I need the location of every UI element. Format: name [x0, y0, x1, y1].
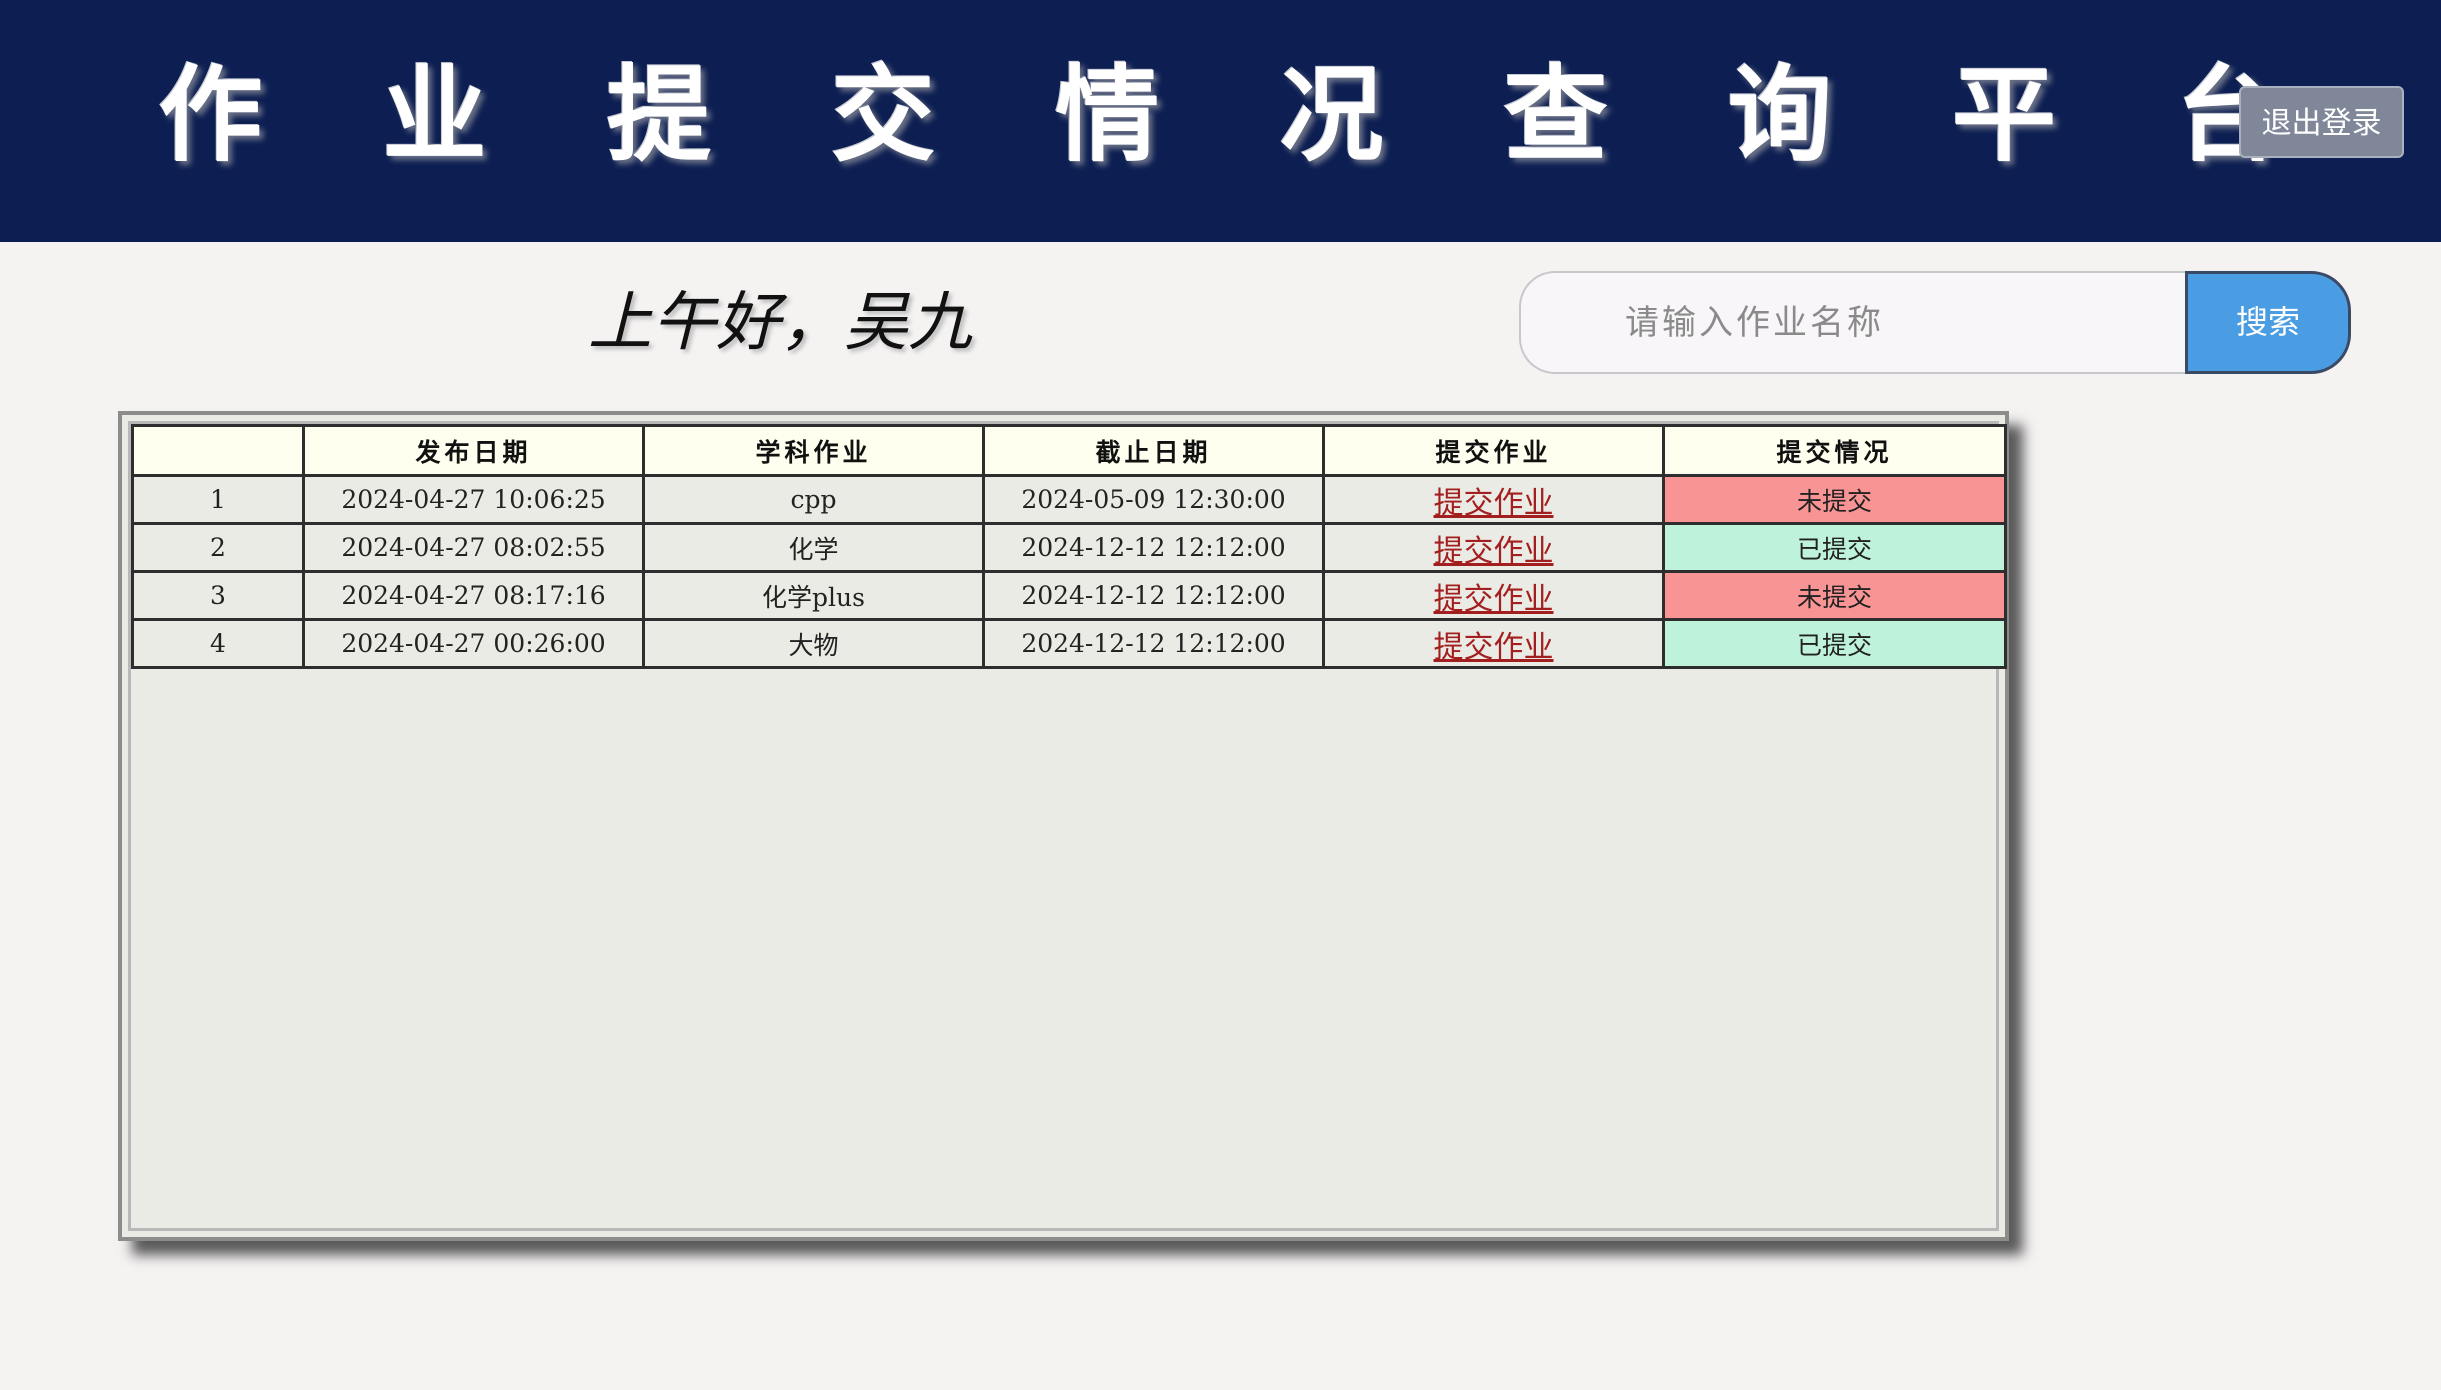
column-header-publish-date: 发布日期	[302, 424, 645, 477]
status-cell-unsubmitted: 未提交	[1662, 570, 2007, 621]
publish-date-cell: 2024-04-27 10:06:25	[302, 474, 645, 525]
greeting-text: 上午好，吴九	[588, 286, 972, 360]
search-bar: 搜索	[1519, 271, 2351, 374]
row-index: 3	[131, 570, 305, 621]
column-header-index	[131, 424, 305, 477]
submit-assignment-link[interactable]: 提交作业	[1434, 486, 1554, 521]
table-row: 1 2024-04-27 10:06:25 cpp 2024-05-09 12:…	[131, 474, 2007, 525]
deadline-cell: 2024-12-12 12:12:00	[982, 570, 1325, 621]
subject-cell: cpp	[642, 474, 985, 525]
column-header-subject: 学科作业	[642, 424, 985, 477]
submit-cell: 提交作业	[1322, 570, 1665, 621]
table-row: 2 2024-04-27 08:02:55 化学 2024-12-12 12:1…	[131, 522, 2007, 573]
submit-cell: 提交作业	[1322, 474, 1665, 525]
column-header-deadline: 截止日期	[982, 424, 1325, 477]
submit-assignment-link[interactable]: 提交作业	[1434, 582, 1554, 617]
subject-cell: 化学	[642, 522, 985, 573]
assignment-table-panel: 发布日期 学科作业 截止日期 提交作业 提交情况 1 2024-04-27 10…	[118, 411, 2009, 1241]
submit-assignment-link[interactable]: 提交作业	[1434, 534, 1554, 569]
publish-date-cell: 2024-04-27 08:02:55	[302, 522, 645, 573]
header-bar: 作 业 提 交 情 况 查 询 平 台 退出登录	[0, 0, 2441, 242]
row-index: 1	[131, 474, 305, 525]
table-inner-frame: 发布日期 学科作业 截止日期 提交作业 提交情况 1 2024-04-27 10…	[128, 421, 2007, 1231]
submit-cell: 提交作业	[1322, 522, 1665, 573]
search-input[interactable]	[1519, 271, 2187, 374]
deadline-cell: 2024-12-12 12:12:00	[982, 618, 1325, 669]
deadline-cell: 2024-12-12 12:12:00	[982, 522, 1325, 573]
page-title: 作 业 提 交 情 况 查 询 平 台	[158, 53, 2323, 176]
subject-cell: 大物	[642, 618, 985, 669]
column-header-status: 提交情况	[1662, 424, 2007, 477]
table-row: 4 2024-04-27 00:26:00 大物 2024-12-12 12:1…	[131, 618, 2007, 669]
row-index: 2	[131, 522, 305, 573]
submit-assignment-link[interactable]: 提交作业	[1434, 630, 1554, 665]
subject-cell: 化学plus	[642, 570, 985, 621]
status-cell-unsubmitted: 未提交	[1662, 474, 2007, 525]
row-index: 4	[131, 618, 305, 669]
table-row: 3 2024-04-27 08:17:16 化学plus 2024-12-12 …	[131, 570, 2007, 621]
status-cell-submitted: 已提交	[1662, 522, 2007, 573]
publish-date-cell: 2024-04-27 08:17:16	[302, 570, 645, 621]
logout-button[interactable]: 退出登录	[2239, 86, 2404, 158]
table-header-row: 发布日期 学科作业 截止日期 提交作业 提交情况	[131, 424, 2007, 477]
column-header-submit: 提交作业	[1322, 424, 1665, 477]
submit-cell: 提交作业	[1322, 618, 1665, 669]
status-cell-submitted: 已提交	[1662, 618, 2007, 669]
assignment-table: 发布日期 学科作业 截止日期 提交作业 提交情况 1 2024-04-27 10…	[131, 424, 2007, 669]
search-button[interactable]: 搜索	[2185, 271, 2351, 374]
deadline-cell: 2024-05-09 12:30:00	[982, 474, 1325, 525]
publish-date-cell: 2024-04-27 00:26:00	[302, 618, 645, 669]
